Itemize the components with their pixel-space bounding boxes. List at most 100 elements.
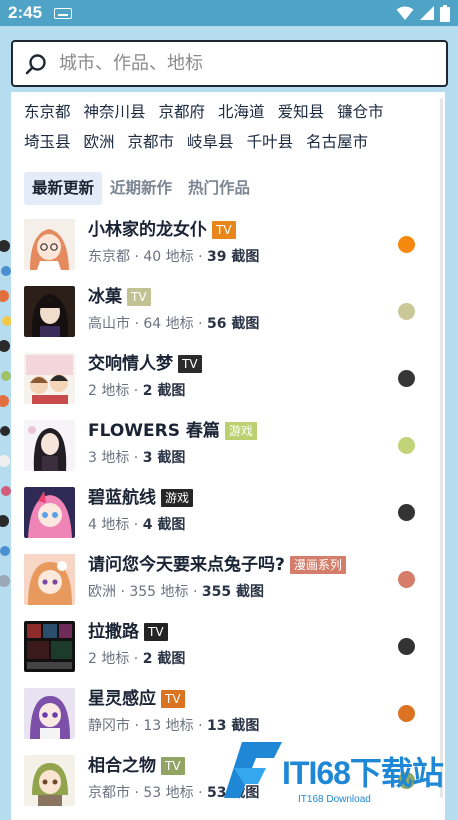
work-title[interactable]: 请问您今天要来点兔子吗? xyxy=(88,554,285,576)
work-meta: 2 地标 · 2 截图 xyxy=(88,651,186,667)
work-title-row: 碧蓝航线 游戏 xyxy=(88,487,194,509)
location-chip[interactable]: 岐阜县 xyxy=(187,132,234,153)
keyboard-icon xyxy=(54,7,73,19)
work-title[interactable]: 碧蓝航线 xyxy=(88,487,156,509)
work-thumbnail[interactable] xyxy=(24,219,75,270)
work-title[interactable]: FLOWERS 春篇 xyxy=(88,420,220,442)
location-chip[interactable]: 北海道 xyxy=(218,102,265,123)
work-screenshot-count: 2 截图 xyxy=(142,383,186,399)
work-title-row: 冰菓 TV xyxy=(88,286,151,308)
work-list-item[interactable]: 冰菓 TV 高山市 · 64 地标 · 56 截图 xyxy=(23,285,433,352)
work-list-item[interactable]: FLOWERS 春篇 游戏 3 地标 · 3 截图 xyxy=(23,419,433,486)
sort-tabs: 最新更新 近期新作 热门作品 xyxy=(24,172,258,205)
work-type-badge: TV xyxy=(161,690,185,708)
location-chip[interactable]: 京都市 xyxy=(128,132,175,153)
tab-recent-works[interactable]: 近期新作 xyxy=(102,172,180,205)
work-title[interactable]: 小林家的龙女仆 xyxy=(88,219,207,241)
work-list-item[interactable]: 小林家的龙女仆 TV 东京都 · 40 地标 · 39 截图 xyxy=(23,218,433,285)
work-thumbnail[interactable] xyxy=(24,755,75,806)
location-chip[interactable]: 千叶县 xyxy=(247,132,294,153)
panel-scrollbar[interactable] xyxy=(440,98,443,798)
work-color-dot xyxy=(398,638,415,655)
work-landmark-count: 4 地标 xyxy=(88,517,130,533)
work-title-row: 拉撒路 TV xyxy=(88,621,168,643)
work-list-item[interactable]: 请问您今天要来点兔子吗? 漫画系列欧洲 · 355 地标 · 355 截图 xyxy=(23,553,433,620)
tab-latest-updates[interactable]: 最新更新 xyxy=(24,172,103,205)
wifi-icon xyxy=(396,6,414,20)
work-landmark-count: 40 地标 xyxy=(143,249,194,265)
work-thumbnail[interactable] xyxy=(24,554,75,605)
work-title[interactable]: 冰菓 xyxy=(88,286,122,308)
work-type-badge: TV xyxy=(127,288,151,306)
work-title-row: 交响情人梦 TV xyxy=(88,353,202,375)
work-list-item[interactable]: 交响情人梦 TV 2 地标 · 2 截图 xyxy=(23,352,433,419)
status-bar: 2:45 xyxy=(0,0,458,26)
work-title-row: 星灵感应 TV xyxy=(88,688,185,710)
work-thumbnail[interactable] xyxy=(24,487,75,538)
work-thumbnail[interactable] xyxy=(24,286,75,337)
work-meta: 2 地标 · 2 截图 xyxy=(88,383,186,399)
location-chip[interactable]: 东京都 xyxy=(24,102,71,123)
status-time: 2:45 xyxy=(8,3,43,22)
work-meta: 4 地标 · 4 截图 xyxy=(88,517,186,533)
search-bar[interactable] xyxy=(11,40,448,87)
search-input[interactable] xyxy=(59,53,429,74)
works-list: 小林家的龙女仆 TV 东京都 · 40 地标 · 39 截图冰菓 TV 高山市 · 64… xyxy=(23,218,433,820)
work-location: 高山市 xyxy=(88,316,130,332)
watermark-subtext: IT168 Download xyxy=(298,794,371,805)
location-chip[interactable]: 名古屋市 xyxy=(306,132,368,153)
work-type-badge: TV xyxy=(161,757,185,775)
battery-icon xyxy=(440,4,450,22)
work-landmark-count: 64 地标 xyxy=(143,316,194,332)
work-color-dot xyxy=(398,571,415,588)
work-title[interactable]: 拉撒路 xyxy=(88,621,139,643)
work-screenshot-count: 2 截图 xyxy=(142,651,186,667)
work-meta: 东京都 · 40 地标 · 39 截图 xyxy=(88,249,260,265)
work-location: 欧洲 xyxy=(88,584,116,600)
work-color-dot xyxy=(398,705,415,722)
location-chip[interactable]: 埼玉县 xyxy=(24,132,71,153)
location-chip[interactable]: 镰仓市 xyxy=(337,102,384,123)
work-landmark-count: 53 地标 xyxy=(143,785,194,801)
work-color-dot xyxy=(398,504,415,521)
location-chip[interactable]: 京都府 xyxy=(159,102,206,123)
work-title[interactable]: 星灵感应 xyxy=(88,688,156,710)
work-type-badge: TV xyxy=(144,623,168,641)
location-chips: 东京都 神奈川县 京都府 北海道 爱知县 镰仓市 埼玉县 欧洲 京都市 岐阜县 … xyxy=(24,102,434,153)
work-screenshot-count: 3 截图 xyxy=(142,450,186,466)
watermark-text: ITI68下载站 xyxy=(282,755,444,791)
location-chip[interactable]: 神奈川县 xyxy=(84,102,146,123)
work-thumbnail[interactable] xyxy=(24,353,75,404)
work-type-badge: TV xyxy=(212,221,236,239)
location-chip[interactable]: 欧洲 xyxy=(84,132,115,153)
work-thumbnail[interactable] xyxy=(24,688,75,739)
work-location: 东京都 xyxy=(88,249,130,265)
work-screenshot-count: 4 截图 xyxy=(142,517,186,533)
status-icons xyxy=(396,4,450,22)
work-color-dot xyxy=(398,437,415,454)
work-screenshot-count: 39 截图 xyxy=(206,249,260,265)
work-list-item[interactable]: 碧蓝航线 游戏 4 地标 · 4 截图 xyxy=(23,486,433,553)
work-title[interactable]: 相合之物 xyxy=(88,755,156,777)
location-chip[interactable]: 爱知县 xyxy=(278,102,325,123)
work-meta: 高山市 · 64 地标 · 56 截图 xyxy=(88,316,260,332)
results-panel: 东京都 神奈川县 京都府 北海道 爱知县 镰仓市 埼玉县 欧洲 京都市 岐阜县 … xyxy=(11,92,445,820)
watermark-logo-icon xyxy=(224,742,282,798)
work-type-badge: 漫画系列 xyxy=(289,556,346,574)
work-landmark-count: 3 地标 xyxy=(88,450,130,466)
work-list-item[interactable]: 拉撒路 TV 2 地标 · 2 截图 xyxy=(23,620,433,687)
work-type-badge: 游戏 xyxy=(161,489,194,507)
work-title[interactable]: 交响情人梦 xyxy=(88,353,173,375)
work-type-badge: 游戏 xyxy=(224,422,257,440)
signal-icon xyxy=(420,6,434,20)
work-landmark-count: 13 地标 xyxy=(143,718,194,734)
work-screenshot-count: 56 截图 xyxy=(206,316,260,332)
tab-popular-works[interactable]: 热门作品 xyxy=(180,172,258,205)
work-title-row: FLOWERS 春篇 游戏 xyxy=(88,420,257,442)
work-meta: 欧洲 · 355 地标 · 355 截图 xyxy=(88,584,264,600)
work-thumbnail[interactable] xyxy=(24,420,75,471)
work-thumbnail[interactable] xyxy=(24,621,75,672)
work-landmark-count: 2 地标 xyxy=(88,651,130,667)
work-title-row: 相合之物 TV xyxy=(88,755,185,777)
work-location: 京都市 xyxy=(88,785,130,801)
